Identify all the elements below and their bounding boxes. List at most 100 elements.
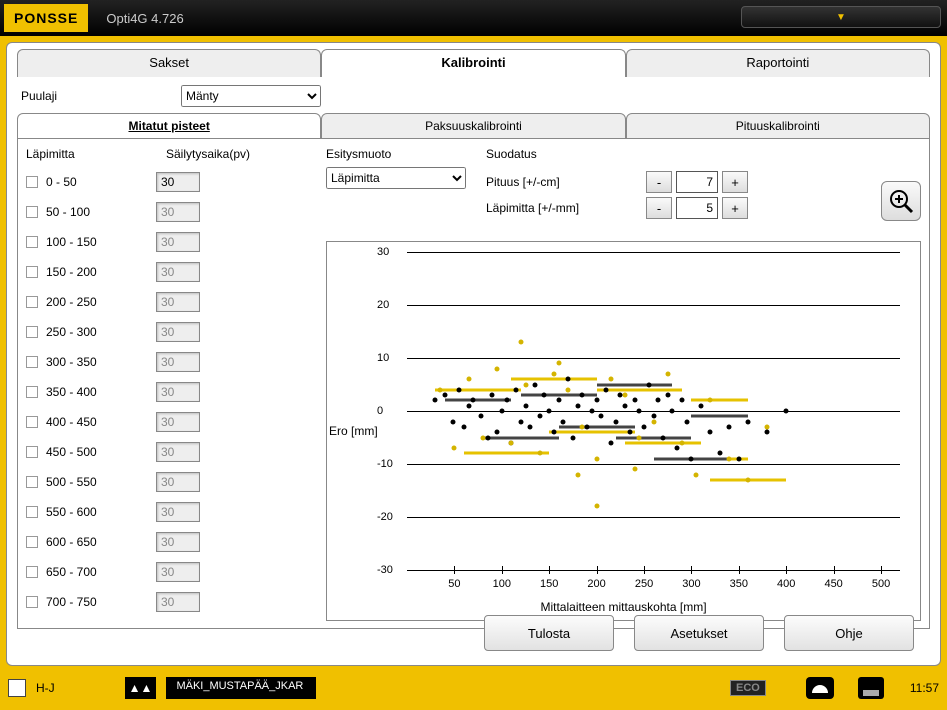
filter-length-label: Pituus [+/-cm] [486, 175, 646, 189]
chart-point [594, 398, 599, 403]
size-checkbox[interactable] [26, 266, 38, 278]
size-checkbox[interactable] [26, 386, 38, 398]
chart-point [485, 435, 490, 440]
size-range-label: 50 - 100 [46, 205, 156, 219]
chart-point [765, 424, 770, 429]
size-row: 400 - 450 [26, 407, 326, 437]
size-row: 150 - 200 [26, 257, 326, 287]
size-checkbox[interactable] [26, 566, 38, 578]
size-checkbox[interactable] [26, 416, 38, 428]
subtab-length[interactable]: Pituuskalibrointi [626, 113, 930, 139]
chart-point [478, 414, 483, 419]
retention-input[interactable] [156, 502, 200, 522]
size-checkbox[interactable] [26, 536, 38, 548]
x-tick: 100 [493, 578, 511, 590]
retention-input[interactable] [156, 292, 200, 312]
chart-point [670, 409, 675, 414]
subtab-measured[interactable]: Mitatut pisteet [17, 113, 321, 139]
chart-point [575, 472, 580, 477]
size-checkbox[interactable] [26, 296, 38, 308]
tab-raportointi[interactable]: Raportointi [626, 49, 930, 77]
retention-input[interactable] [156, 532, 200, 552]
chart-bar [691, 399, 748, 402]
x-tick: 350 [730, 578, 748, 590]
species-select[interactable]: Mänty [181, 85, 321, 107]
chart-bar [435, 388, 520, 391]
size-checkbox[interactable] [26, 446, 38, 458]
chart-point [632, 398, 637, 403]
size-checkbox[interactable] [26, 176, 38, 188]
eco-badge: ECO [730, 680, 766, 696]
help-button[interactable]: Ohje [784, 615, 914, 651]
chart-bar [616, 436, 692, 439]
length-plus-button[interactable]: + [722, 171, 748, 193]
chart-point [708, 398, 713, 403]
chart-point [532, 382, 537, 387]
tab-kalibrointi[interactable]: Kalibrointi [321, 49, 625, 77]
retention-input[interactable] [156, 592, 200, 612]
x-tick: 400 [777, 578, 795, 590]
retention-input[interactable] [156, 562, 200, 582]
size-checkbox[interactable] [26, 596, 38, 608]
size-range-label: 700 - 750 [46, 595, 156, 609]
chart-point [646, 382, 651, 387]
size-checkbox[interactable] [26, 326, 38, 338]
print-button[interactable]: Tulosta [484, 615, 614, 651]
chart-point [471, 398, 476, 403]
diameter-minus-button[interactable]: - [646, 197, 672, 219]
settings-button[interactable]: Asetukset [634, 615, 764, 651]
presentation-select[interactable]: Läpimitta [326, 167, 466, 189]
chart-point [623, 393, 628, 398]
retention-input[interactable] [156, 322, 200, 342]
zoom-in-icon [888, 188, 914, 214]
gauge-icon[interactable] [806, 677, 834, 699]
size-checkbox[interactable] [26, 356, 38, 368]
size-checkbox[interactable] [26, 476, 38, 488]
x-tick: 250 [635, 578, 653, 590]
size-row: 450 - 500 [26, 437, 326, 467]
y-tick: 0 [377, 405, 383, 417]
chart-point [438, 387, 443, 392]
chart-point [651, 414, 656, 419]
size-range-label: 650 - 700 [46, 565, 156, 579]
chart-point [594, 504, 599, 509]
diameter-plus-button[interactable]: + [722, 197, 748, 219]
title-dropdown[interactable] [741, 6, 941, 28]
retention-input[interactable] [156, 262, 200, 282]
chart-point [604, 387, 609, 392]
brand-logo: PONSSE [4, 4, 88, 32]
chart-bar [549, 431, 634, 434]
chart-point [575, 403, 580, 408]
retention-input[interactable] [156, 232, 200, 252]
chart-point [623, 403, 628, 408]
length-value-input[interactable] [676, 171, 718, 193]
chart-bar [521, 394, 597, 397]
col-retention-header: Säilytysaika(pv) [166, 147, 306, 161]
zoom-button[interactable] [881, 181, 921, 221]
panel-icon[interactable] [858, 677, 884, 699]
retention-input[interactable] [156, 202, 200, 222]
col-diameter-header: Läpimitta [26, 147, 166, 161]
tab-sakset[interactable]: Sakset [17, 49, 321, 77]
chart-point [684, 419, 689, 424]
retention-input[interactable] [156, 382, 200, 402]
chart-point [637, 409, 642, 414]
retention-input[interactable] [156, 412, 200, 432]
chart-point [665, 393, 670, 398]
size-row: 300 - 350 [26, 347, 326, 377]
size-row: 550 - 600 [26, 497, 326, 527]
size-checkbox[interactable] [26, 236, 38, 248]
retention-input[interactable] [156, 472, 200, 492]
retention-input[interactable] [156, 352, 200, 372]
diameter-value-input[interactable] [676, 197, 718, 219]
subtab-thickness[interactable]: Paksuuskalibrointi [321, 113, 625, 139]
chart-point [452, 446, 457, 451]
chart-point [556, 398, 561, 403]
retention-input[interactable] [156, 172, 200, 192]
y-tick: -30 [377, 564, 393, 576]
length-minus-button[interactable]: - [646, 171, 672, 193]
size-row: 100 - 150 [26, 227, 326, 257]
retention-input[interactable] [156, 442, 200, 462]
size-checkbox[interactable] [26, 506, 38, 518]
size-checkbox[interactable] [26, 206, 38, 218]
